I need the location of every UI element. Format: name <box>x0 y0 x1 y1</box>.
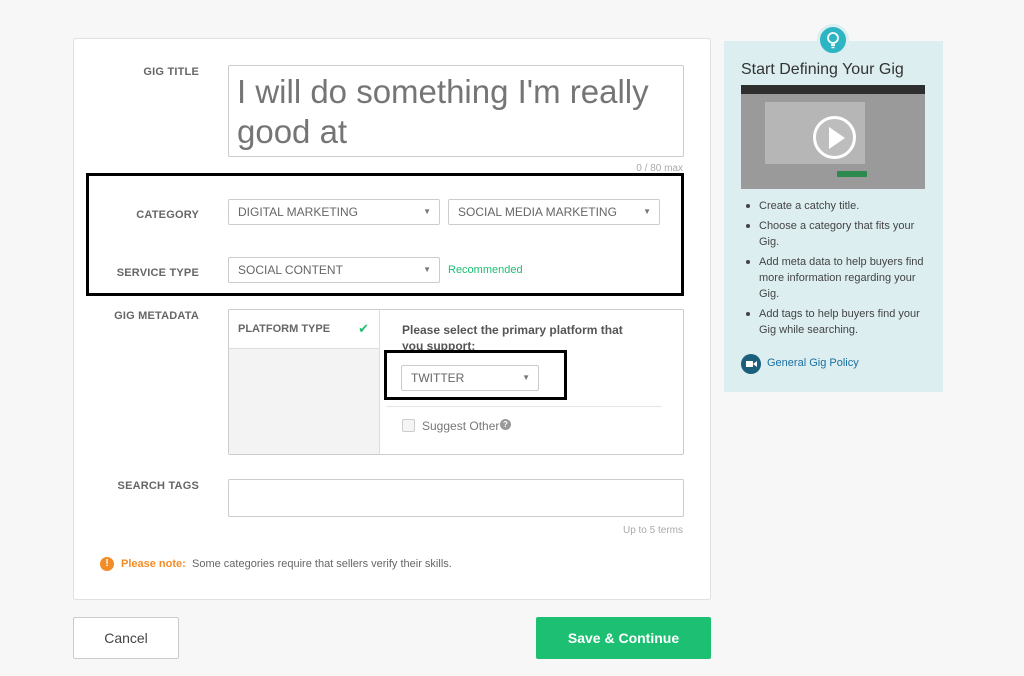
platform-select[interactable]: TWITTER ▼ <box>401 365 539 391</box>
tutorial-video[interactable] <box>741 85 925 189</box>
chevron-down-icon: ▼ <box>423 207 431 216</box>
chevron-down-icon: ▼ <box>522 373 530 382</box>
help-icon[interactable]: ? <box>500 419 511 430</box>
note-text: Some categories require that sellers ver… <box>192 558 452 570</box>
tips-list: Create a catchy title. Choose a category… <box>743 198 933 342</box>
gig-overview-form: GIG TITLE 0 / 80 max CATEGORY DIGITAL MA… <box>73 38 711 600</box>
subcategory-select[interactable]: SOCIAL MEDIA MARKETING ▼ <box>448 199 660 225</box>
subcategory-select-value: SOCIAL MEDIA MARKETING <box>458 205 617 219</box>
metadata-type-list: PLATFORM TYPE ✔ <box>229 310 380 454</box>
check-icon: ✔ <box>358 321 369 336</box>
gig-metadata-label: GIG METADATA <box>114 310 199 322</box>
suggest-other-checkbox[interactable] <box>402 419 415 432</box>
platform-select-value: TWITTER <box>411 371 465 385</box>
sidebar-title: Start Defining Your Gig <box>741 61 904 78</box>
category-label: CATEGORY <box>136 209 199 221</box>
video-thumbnail-button <box>837 171 867 177</box>
recommended-hint: Recommended <box>448 264 523 276</box>
cancel-button[interactable]: Cancel <box>73 617 179 659</box>
info-icon: ! <box>100 557 114 571</box>
search-tags-hint: Up to 5 terms <box>622 525 683 536</box>
play-triangle <box>829 127 845 149</box>
list-item: Add tags to help buyers find your Gig wh… <box>743 306 933 338</box>
gig-title-counter: 0 / 80 max <box>636 163 683 174</box>
category-select-value: DIGITAL MARKETING <box>238 205 359 219</box>
video-camera-icon <box>741 354 761 374</box>
suggest-other-label[interactable]: Suggest Other <box>422 419 499 433</box>
metadata-type-platform[interactable]: PLATFORM TYPE ✔ <box>229 310 379 349</box>
gig-tips-sidebar: Start Defining Your Gig Create a catchy … <box>724 41 943 392</box>
note-label: Please note: <box>121 558 186 570</box>
gig-metadata-panel: PLATFORM TYPE ✔ Please select the primar… <box>228 309 684 455</box>
category-select[interactable]: DIGITAL MARKETING ▼ <box>228 199 440 225</box>
search-tags-input[interactable] <box>228 479 684 517</box>
video-thumbnail-navbar <box>741 85 925 94</box>
service-type-label: SERVICE TYPE <box>116 267 199 279</box>
general-gig-policy-link[interactable]: General Gig Policy <box>767 357 859 369</box>
list-item: Create a catchy title. <box>743 198 933 214</box>
save-continue-button[interactable]: Save & Continue <box>536 617 711 659</box>
platform-type-label: PLATFORM TYPE <box>238 323 331 335</box>
platform-prompt: Please select the primary platform that … <box>402 323 623 353</box>
list-item: Add meta data to help buyers find more i… <box>743 254 933 302</box>
metadata-divider <box>386 406 662 407</box>
search-tags-label: SEARCH TAGS <box>117 480 199 492</box>
chevron-down-icon: ▼ <box>643 207 651 216</box>
service-type-select-value: SOCIAL CONTENT <box>238 263 343 277</box>
lightbulb-icon <box>817 24 849 56</box>
chevron-down-icon: ▼ <box>423 265 431 274</box>
list-item: Choose a category that fits your Gig. <box>743 218 933 250</box>
service-type-select[interactable]: SOCIAL CONTENT ▼ <box>228 257 440 283</box>
gig-title-label: GIG TITLE <box>143 66 199 78</box>
gig-title-input[interactable] <box>228 65 684 157</box>
